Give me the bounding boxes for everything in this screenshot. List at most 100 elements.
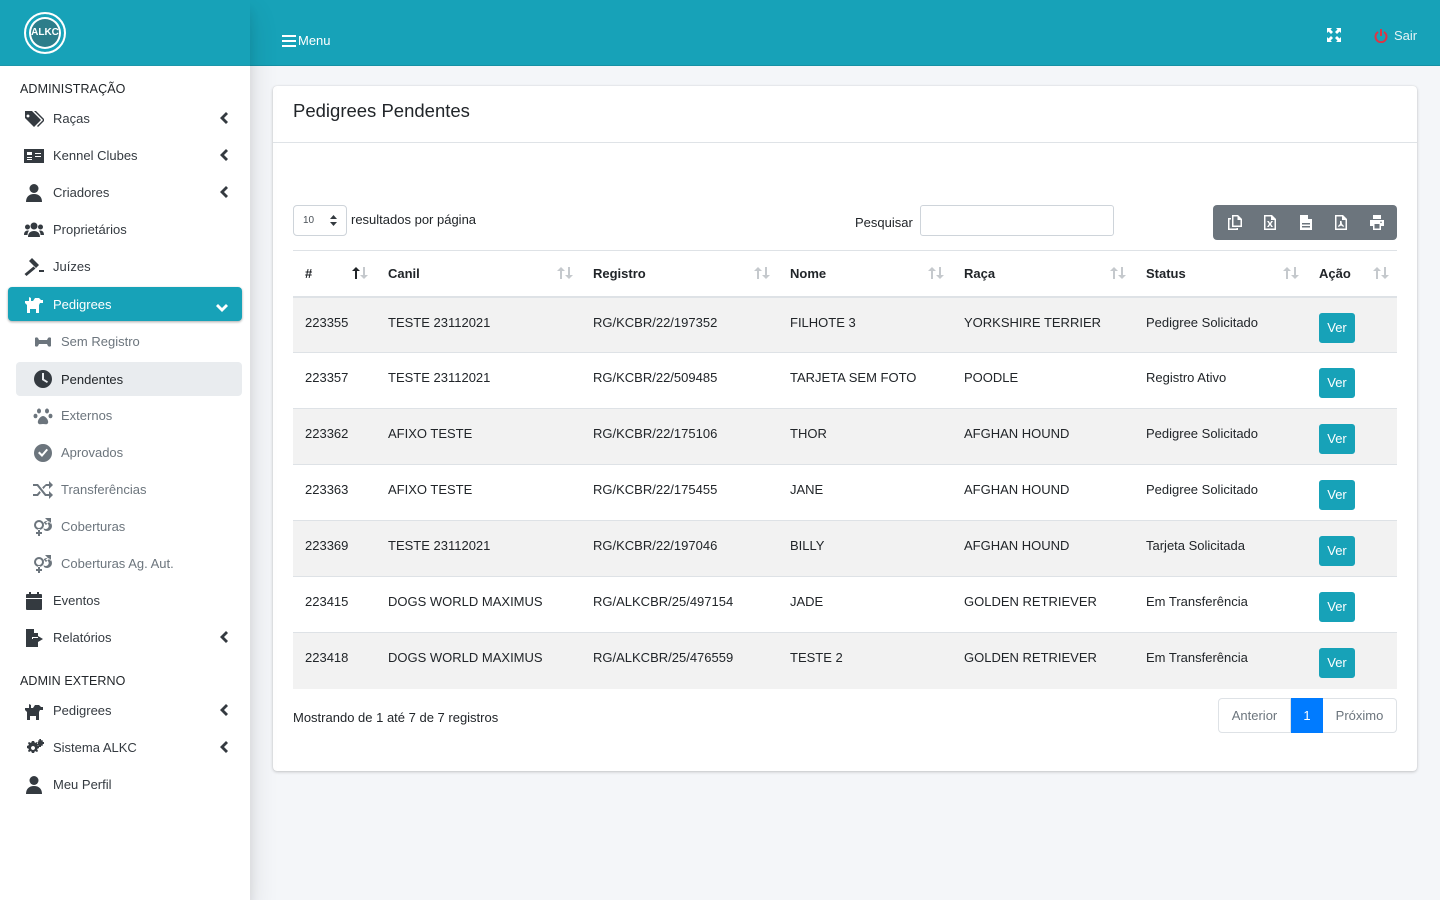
- view-button[interactable]: Ver: [1319, 536, 1355, 566]
- gavel-icon: [23, 257, 45, 277]
- cell-acao: Ver: [1307, 409, 1397, 465]
- cell-acao: Ver: [1307, 521, 1397, 577]
- sidebar-item-eventos[interactable]: Eventos: [0, 582, 242, 619]
- cell-canil: AFIXO TESTE: [388, 426, 473, 441]
- copy-icon: [1227, 215, 1242, 230]
- sidebar-item-label: Pedigrees: [53, 703, 112, 718]
- sort-asc-icon: [352, 267, 368, 279]
- sort-icon: [754, 267, 770, 279]
- sidebar-item-label: Eventos: [53, 593, 100, 608]
- page-length-select[interactable]: 10: [293, 205, 347, 236]
- bone-icon: [32, 332, 54, 352]
- sidebar-subitem-externos[interactable]: Externos: [16, 397, 242, 434]
- column-header-registro[interactable]: Registro: [581, 250, 778, 298]
- sidebar-subitem-sem-registro[interactable]: Sem Registro: [16, 323, 242, 360]
- power-off-icon: [1374, 28, 1388, 43]
- chevron-down-icon: [216, 300, 228, 312]
- cell-status: Em Transferência: [1146, 650, 1248, 665]
- column-header-status[interactable]: Status: [1134, 250, 1307, 298]
- pagination-previous[interactable]: Anterior: [1218, 698, 1291, 733]
- menu-button[interactable]: Menu: [282, 33, 331, 48]
- pedigrees-table: # Canil Registro Nome Raça Status Ação 2…: [293, 250, 1397, 689]
- tags-icon: [23, 109, 45, 129]
- column-header-label: Registro: [593, 265, 646, 281]
- brand[interactable]: ALKC: [0, 0, 250, 66]
- view-button[interactable]: Ver: [1319, 424, 1355, 454]
- search-input[interactable]: [919, 205, 1114, 236]
- sidebar-item-proprietarios[interactable]: Proprietários: [0, 211, 242, 248]
- cell-status: Pedigree Solicitado: [1146, 426, 1259, 441]
- sidebar-item-label: Juízes: [53, 259, 91, 274]
- cell-nome: THOR: [790, 426, 827, 441]
- copy-button[interactable]: [1217, 205, 1253, 240]
- sidebar-item-label: Sistema ALKC: [53, 740, 137, 755]
- view-button[interactable]: Ver: [1319, 480, 1355, 510]
- view-button[interactable]: Ver: [1319, 368, 1355, 398]
- brand-logo-text: ALKC: [31, 27, 59, 38]
- sidebar-subitem-coberturas-ag-aut[interactable]: Coberturas Ag. Aut.: [16, 545, 242, 582]
- column-header-acao[interactable]: Ação: [1307, 250, 1397, 298]
- column-header-nome[interactable]: Nome: [778, 250, 952, 298]
- sidebar-subitem-label: Coberturas: [61, 519, 126, 534]
- print-button[interactable]: [1359, 205, 1395, 240]
- random-icon: [32, 480, 54, 500]
- cell-status: Registro Ativo: [1146, 370, 1227, 385]
- cell-id: 223363: [305, 482, 349, 497]
- sidebar-item-pedigrees[interactable]: Pedigrees: [8, 287, 242, 321]
- sidebar-item-racas[interactable]: Raças: [0, 100, 242, 137]
- sidebar-item-sistema-alkc[interactable]: Sistema ALKC: [0, 729, 242, 766]
- sidebar-subitem-coberturas[interactable]: Coberturas: [16, 508, 242, 545]
- excel-button[interactable]: [1253, 205, 1289, 240]
- column-header-id[interactable]: #: [293, 250, 376, 298]
- csv-button[interactable]: [1288, 205, 1324, 240]
- sidebar-item-relatorios[interactable]: Relatórios: [0, 619, 242, 656]
- cell-status: Pedigree Solicitado: [1146, 482, 1259, 497]
- sort-arrows-icon: [330, 215, 337, 226]
- cell-registro: RG/ALKCBR/25/497154: [593, 594, 734, 609]
- pagination-next[interactable]: Próximo: [1323, 698, 1397, 733]
- sidebar-item-external-pedigrees[interactable]: Pedigrees: [0, 692, 242, 729]
- pagination-page-current[interactable]: 1: [1291, 698, 1323, 733]
- view-button[interactable]: Ver: [1319, 312, 1355, 343]
- cell-raca: POODLE: [964, 370, 1019, 385]
- sidebar-subitem-transferencias[interactable]: Transferências: [16, 471, 242, 508]
- sidebar-item-label: Raças: [53, 111, 90, 126]
- pdf-button[interactable]: [1324, 205, 1360, 240]
- cell-registro: RG/ALKCBR/25/476559: [593, 650, 734, 665]
- file-pdf-icon: [1335, 215, 1348, 230]
- table-row: 223363 AFIXO TESTE RG/KCBR/22/175455 JAN…: [293, 464, 1397, 521]
- fullscreen-button[interactable]: [1327, 28, 1341, 42]
- sidebar-item-meu-perfil[interactable]: Meu Perfil: [0, 766, 242, 803]
- sidebar-subitem-aprovados[interactable]: Aprovados: [16, 434, 242, 471]
- cell-registro: RG/KCBR/22/509485: [593, 370, 718, 385]
- cell-nome: JANE: [790, 482, 824, 497]
- sidebar-item-kennel-clubes[interactable]: Kennel Clubes: [0, 137, 242, 174]
- sort-icon: [1373, 267, 1389, 279]
- dog-icon: [23, 294, 45, 314]
- logout-button[interactable]: Sair: [1374, 28, 1417, 43]
- search-label: Pesquisar: [855, 214, 913, 230]
- brand-logo[interactable]: ALKC: [24, 11, 66, 54]
- table-info: Mostrando de 1 até 7 de 7 registros: [293, 710, 499, 725]
- sidebar-subitem-label: Sem Registro: [61, 334, 140, 349]
- user-icon: [23, 183, 45, 203]
- dog-icon: [23, 701, 45, 721]
- sidebar-subitem-label: Aprovados: [61, 445, 124, 460]
- sidebar-item-juizes[interactable]: Juízes: [0, 248, 242, 285]
- cell-acao: Ver: [1307, 633, 1397, 689]
- cell-raca: AFGHAN HOUND: [964, 426, 1070, 441]
- chevron-left-icon: [220, 741, 228, 753]
- sidebar-item-label: Proprietários: [53, 222, 127, 237]
- topbar: Menu Sair: [250, 0, 1440, 66]
- cell-raca: GOLDEN RETRIEVER: [964, 594, 1097, 609]
- sidebar-subitem-pendentes[interactable]: Pendentes: [16, 362, 242, 396]
- column-header-canil[interactable]: Canil: [376, 250, 581, 298]
- view-button[interactable]: Ver: [1319, 648, 1355, 678]
- sort-icon: [928, 267, 944, 279]
- sidebar-item-criadores[interactable]: Criadores: [0, 174, 242, 211]
- column-header-raca[interactable]: Raça: [952, 250, 1134, 298]
- view-button[interactable]: Ver: [1319, 592, 1355, 622]
- page-length-control: 10 resultados por página: [293, 205, 476, 236]
- cell-id: 223362: [305, 426, 349, 441]
- nav-header-admin: ADMINISTRAÇÃO: [20, 82, 126, 96]
